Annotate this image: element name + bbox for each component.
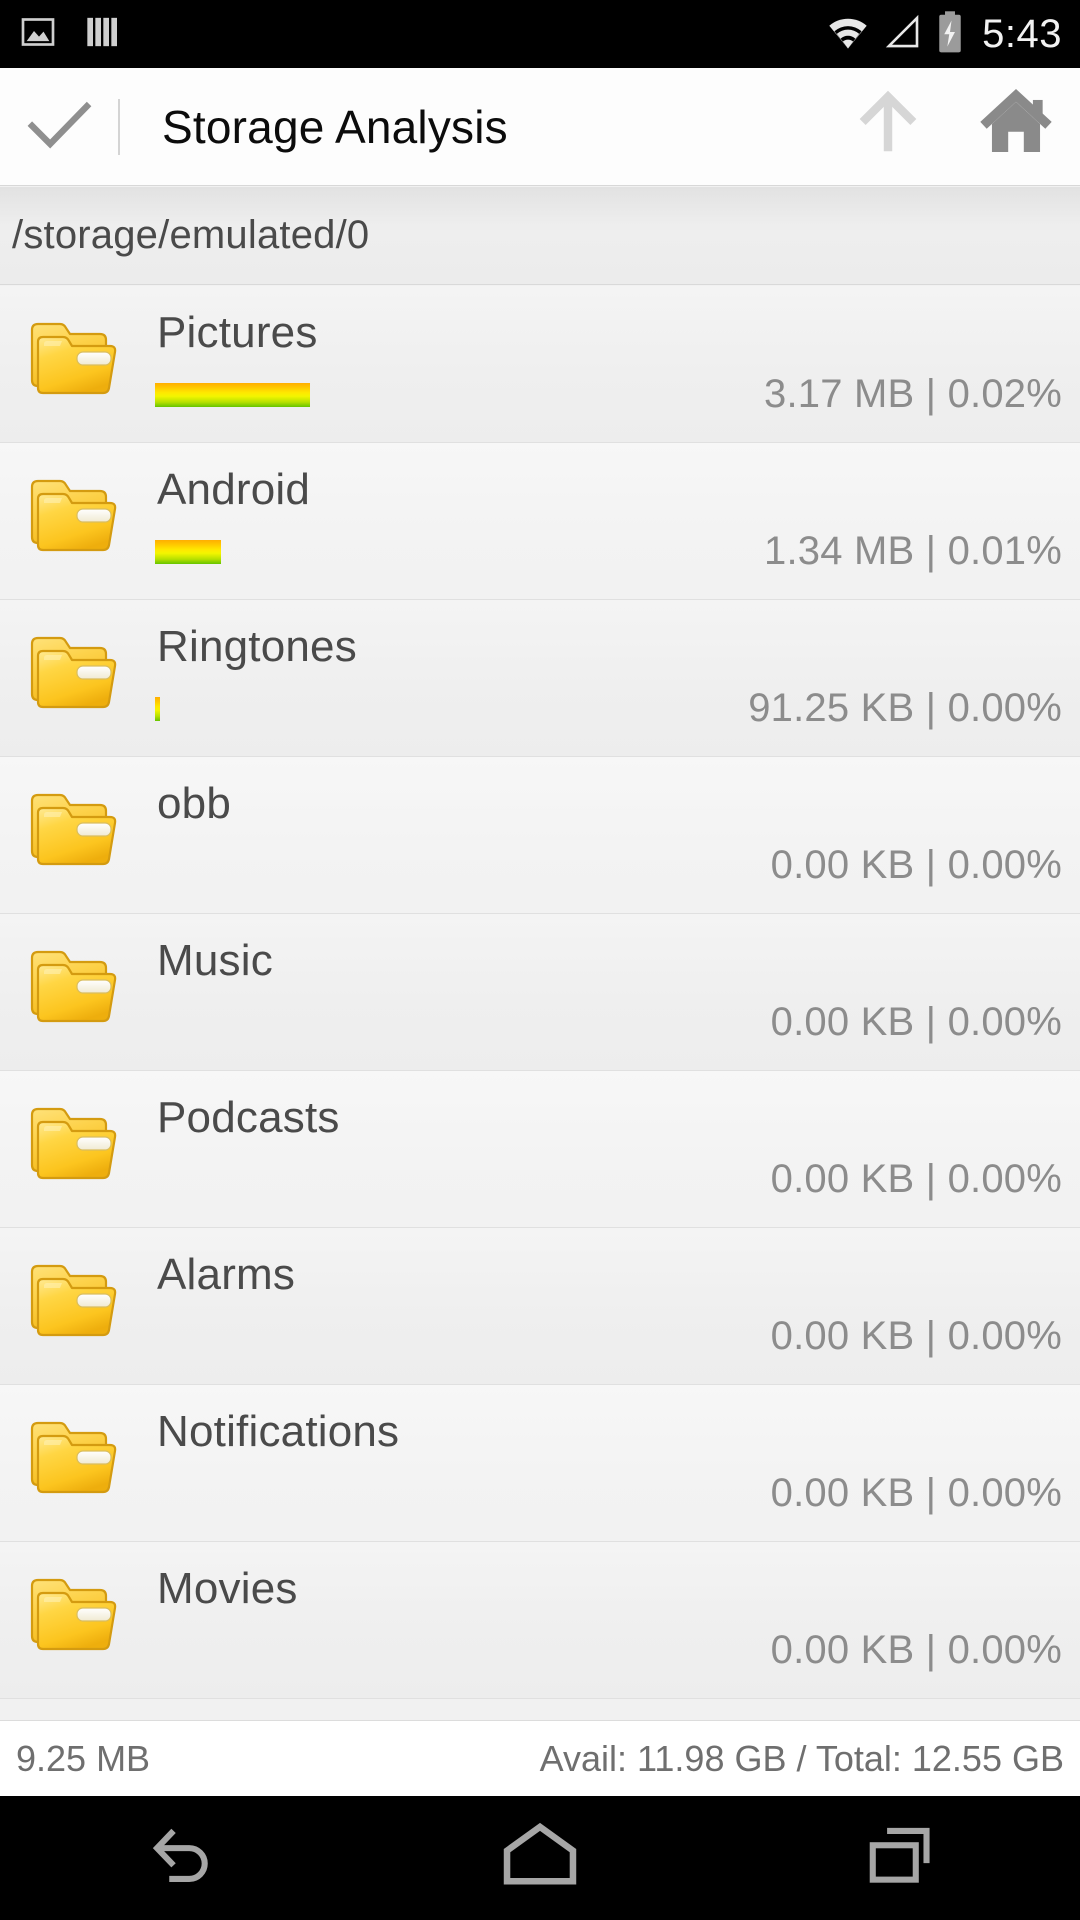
page-title: Storage Analysis [162,100,508,153]
folder-icon-svg [30,1107,117,1180]
file-row-usage-bar-track [155,540,575,564]
nav-recents-button[interactable] [800,1796,1000,1920]
file-row[interactable]: Ringtones 91.25 KB | 0.00% [0,600,1080,757]
wifi-icon [824,10,872,59]
file-row-usage-bar [155,383,310,407]
file-row-usage-bar-track [155,1168,575,1192]
image-icon [18,12,58,57]
file-row[interactable]: Alarms 0.00 KB | 0.00% [0,1228,1080,1385]
folder-icon-svg [30,1264,117,1337]
folder-icon-svg [30,636,117,709]
current-path: /storage/emulated/0 [12,213,370,257]
file-row-usage-bar-track [155,1482,575,1506]
folder-icon-svg [30,793,117,866]
file-row-name: Movies [157,1564,298,1613]
action-bar: Storage Analysis [0,68,1080,186]
recents-icon [857,1813,943,1904]
select-all-button[interactable] [0,68,118,186]
file-row-name: Alarms [157,1250,296,1299]
file-row-size: 0.00 KB | 0.00% [770,843,1062,887]
nav-back-button[interactable] [80,1796,280,1920]
file-row-name: Notifications [157,1407,400,1456]
file-row-size: 0.00 KB | 0.00% [770,1314,1062,1358]
file-list[interactable]: Pictures 3.17 MB | 0.02% Android 1.34 MB… [0,286,1080,1720]
folder-icon [22,779,118,875]
folder-icon-svg [30,950,117,1023]
file-row-name: obb [157,779,232,828]
file-row[interactable]: Notifications 0.00 KB | 0.00% [0,1385,1080,1542]
file-row-usage-bar-track [155,383,575,407]
signal-icon [882,10,924,59]
file-row[interactable]: Movies 0.00 KB | 0.00% [0,1542,1080,1699]
arrow-up-icon [849,85,927,168]
file-row-usage-bar-track [155,854,575,878]
back-icon [137,1813,223,1904]
home-nav-icon [494,1810,586,1907]
navigation-bar [0,1796,1080,1920]
file-row-size: 1.34 MB | 0.01% [764,529,1062,573]
file-row-name: Podcasts [157,1093,340,1142]
file-row-name: Ringtones [157,622,357,671]
folder-icon [22,1407,118,1503]
file-row-usage-bar-track [155,1011,575,1035]
file-row-size: 0.00 KB | 0.00% [770,1471,1062,1515]
file-row[interactable]: Pictures 3.17 MB | 0.02% [0,286,1080,443]
columns-icon [82,12,122,57]
folder-icon-svg [30,1421,117,1494]
folder-icon [22,1250,118,1346]
file-row-usage-bar-track [155,1639,575,1663]
folder-icon [22,308,118,404]
storage-info-bar: 9.25 MB Avail: 11.98 GB / Total: 12.55 G… [0,1720,1080,1796]
home-icon [977,85,1055,168]
file-row-usage-bar [155,697,160,721]
folder-icon [22,1564,118,1660]
folder-icon-svg [30,479,117,552]
folder-icon [22,622,118,718]
folder-icon [22,465,118,561]
navigate-up-button[interactable] [824,68,952,186]
file-row-name: Android [157,465,311,514]
file-row[interactable]: Music 0.00 KB | 0.00% [0,914,1080,1071]
file-row-size: 3.17 MB | 0.02% [764,372,1062,416]
file-row-usage-bar-track [155,1325,575,1349]
file-row[interactable]: Podcasts 0.00 KB | 0.00% [0,1071,1080,1228]
home-button[interactable] [952,68,1080,186]
folder-icon-svg [30,322,117,395]
file-row-size: 91.25 KB | 0.00% [748,686,1062,730]
phone-screen: 5:43 Storage Analysis /storage/emulated/… [0,0,1080,1920]
storage-capacity: Avail: 11.98 GB / Total: 12.55 GB [539,1737,1064,1779]
file-row-size: 0.00 KB | 0.00% [770,1000,1062,1044]
action-bar-buttons [824,68,1080,186]
status-bar: 5:43 [0,0,1080,68]
status-bar-clock: 5:43 [982,12,1062,56]
file-row-name: Music [157,936,273,985]
file-row[interactable]: Android 1.34 MB | 0.01% [0,443,1080,600]
folder-icon [22,1093,118,1189]
path-bar[interactable]: /storage/emulated/0 [0,187,1080,285]
file-row-size: 0.00 KB | 0.00% [770,1157,1062,1201]
check-icon [21,86,97,167]
total-used-size: 9.25 MB [16,1737,151,1779]
file-row-usage-bar [155,540,221,564]
nav-home-button[interactable] [440,1796,640,1920]
file-row[interactable]: obb 0.00 KB | 0.00% [0,757,1080,914]
status-bar-notification-icons [18,12,122,57]
folder-icon [22,936,118,1032]
file-row-name: Pictures [157,308,318,357]
status-bar-system-icons: 5:43 [824,9,1062,60]
folder-icon-svg [30,1578,117,1651]
file-row-size: 0.00 KB | 0.00% [770,1628,1062,1672]
file-row-usage-bar-track [155,697,575,721]
battery-charging-icon [934,9,966,60]
